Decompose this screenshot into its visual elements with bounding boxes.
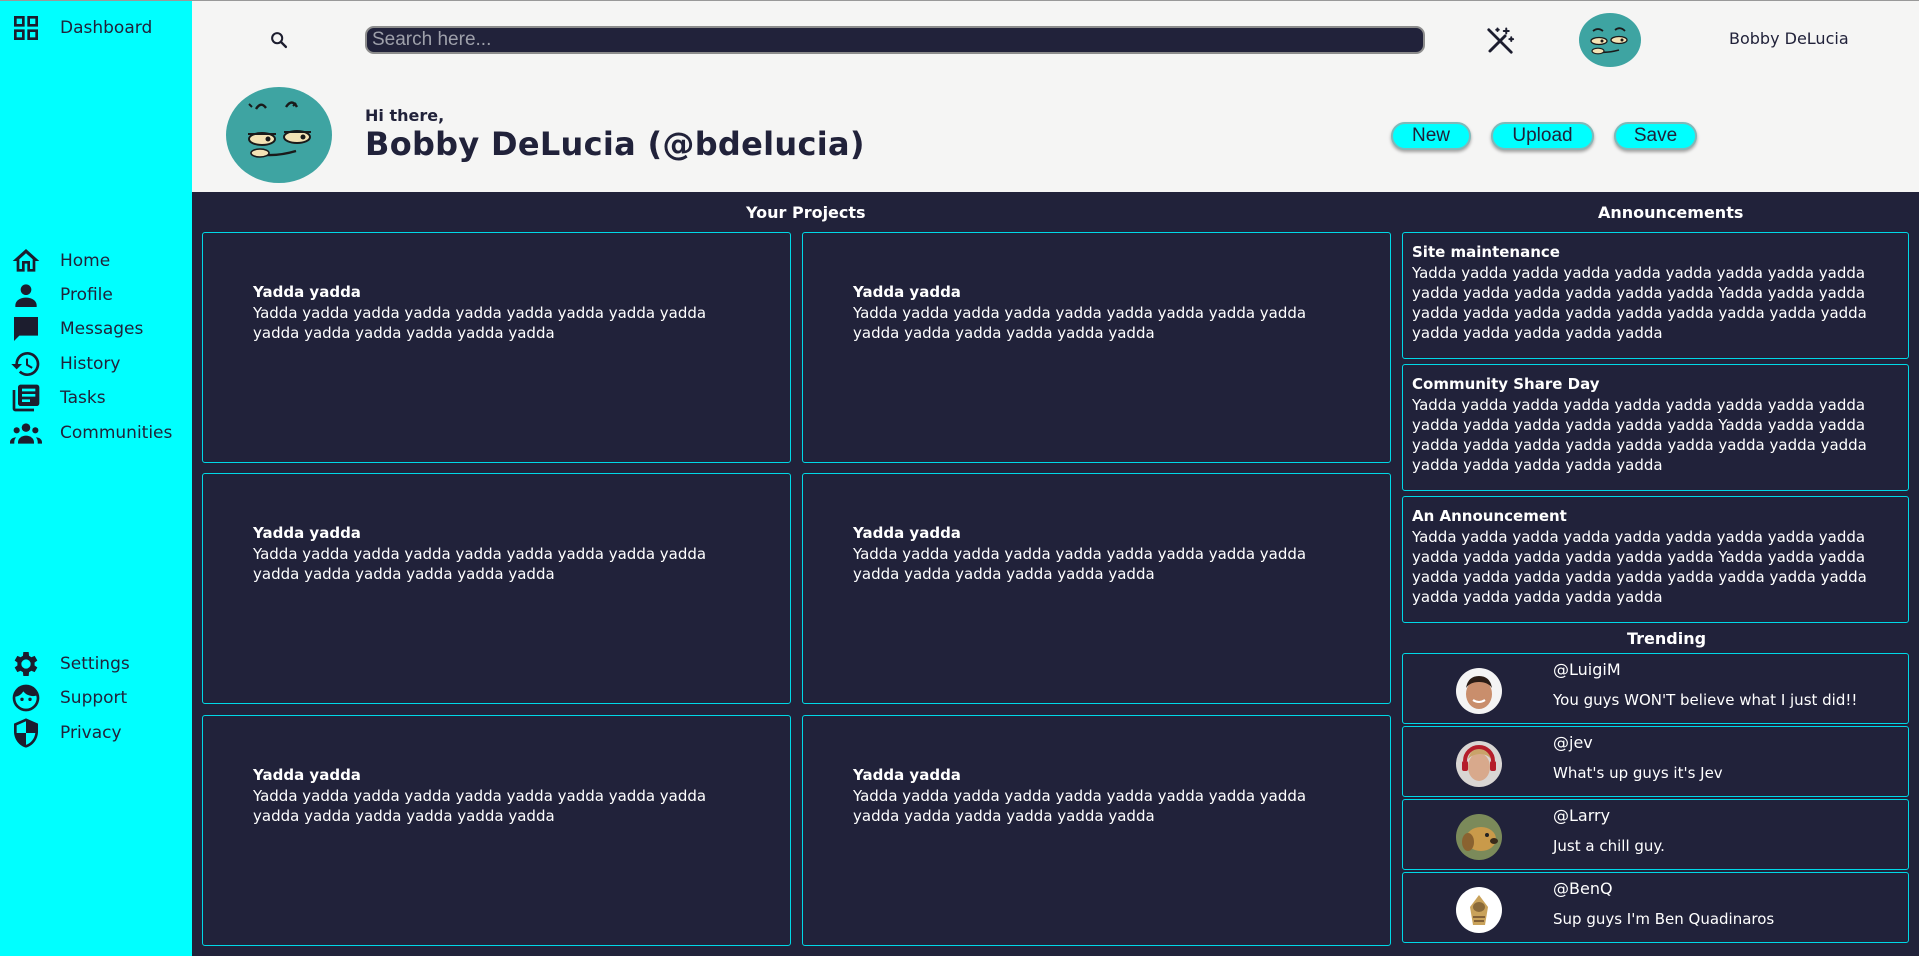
trending-message: What's up guys it's Jev <box>1553 764 1723 782</box>
person-icon <box>15 284 37 307</box>
shield-icon <box>14 718 38 748</box>
project-title: Yadda yadda <box>853 766 961 784</box>
sidebar-item-profile[interactable]: Profile <box>10 280 113 310</box>
project-description: Yadda yadda yadda yadda yadda yadda yadd… <box>253 545 707 583</box>
avatar <box>1456 741 1502 787</box>
sidebar-item-label: History <box>60 354 121 374</box>
sidebar-item-history[interactable]: History <box>10 349 120 379</box>
announcement-card: An Announcement Yadda yadda yadda yadda … <box>1402 496 1909 623</box>
trending-message: Just a chill guy. <box>1553 837 1665 855</box>
user-avatar-image <box>1456 814 1502 860</box>
sidebar-item-label: Privacy <box>60 723 122 743</box>
profile-avatar <box>226 87 332 183</box>
sidebar-item-dashboard[interactable]: Dashboard <box>10 13 152 43</box>
header: Bobby DeLucia Hi there, Bobby DeLucia (@… <box>192 0 1919 192</box>
tasks-icon <box>12 384 40 412</box>
sidebar-item-label: Support <box>60 688 128 708</box>
avatar <box>1456 887 1502 933</box>
sidebar-item-label: Settings <box>60 654 130 674</box>
avatar <box>1456 814 1502 860</box>
project-description: Yadda yadda yadda yadda yadda yadda yadd… <box>253 304 707 342</box>
magic-wand-off-icon[interactable] <box>1485 26 1515 56</box>
sidebar-item-label: Home <box>60 251 111 271</box>
group-icon <box>10 423 42 444</box>
trending-item[interactable]: @jev What's up guys it's Jev <box>1402 726 1909 797</box>
project-card[interactable]: Yadda yadda Yadda yadda yadda yadda yadd… <box>202 715 791 946</box>
announcement-title: Community Share Day <box>1412 375 1600 393</box>
avatar-face-image <box>1590 27 1628 55</box>
sidebar-item-label: Tasks <box>60 388 106 408</box>
announcement-title: An Announcement <box>1412 507 1567 525</box>
sidebar-item-settings[interactable]: Settings <box>10 649 130 679</box>
header-username[interactable]: Bobby DeLucia <box>1729 29 1849 48</box>
greeting-text: Hi there, <box>365 106 445 125</box>
search-icon[interactable] <box>268 29 290 51</box>
history-icon <box>11 352 40 376</box>
sidebar-item-label: Messages <box>60 319 144 339</box>
project-title: Yadda yadda <box>853 283 961 301</box>
announcement-card: Site maintenance Yadda yadda yadda yadda… <box>1402 232 1909 359</box>
sidebar-item-label: Communities <box>60 423 173 443</box>
new-button[interactable]: New <box>1391 122 1471 150</box>
project-title: Yadda yadda <box>253 524 361 542</box>
announcement-title: Site maintenance <box>1412 243 1560 261</box>
page-title: Bobby DeLucia (@bdelucia) <box>365 125 865 163</box>
support-face-icon <box>12 684 40 712</box>
project-title: Yadda yadda <box>253 283 361 301</box>
trending-item[interactable]: @BenQ Sup guys I'm Ben Quadinaros <box>1402 872 1909 943</box>
user-avatar-image <box>1456 668 1502 714</box>
announcements-heading: Announcements <box>1598 203 1744 222</box>
sidebar-item-tasks[interactable]: Tasks <box>10 383 106 413</box>
project-title: Yadda yadda <box>853 524 961 542</box>
project-card[interactable]: Yadda yadda Yadda yadda yadda yadda yadd… <box>802 715 1391 946</box>
sidebar: Dashboard Home Profile Messages History … <box>0 0 192 956</box>
sidebar-item-communities[interactable]: Communities <box>10 418 172 448</box>
sidebar-item-label: Dashboard <box>60 18 153 38</box>
trending-item[interactable]: @LuigiM You guys WON'T believe what I ju… <box>1402 653 1909 724</box>
project-card[interactable]: Yadda yadda Yadda yadda yadda yadda yadd… <box>802 473 1391 704</box>
trending-item[interactable]: @Larry Just a chill guy. <box>1402 799 1909 870</box>
chat-icon <box>14 317 38 341</box>
trending-message: Sup guys I'm Ben Quadinaros <box>1553 910 1775 928</box>
announcement-card: Community Share Day Yadda yadda yadda ya… <box>1402 364 1909 491</box>
upload-button[interactable]: Upload <box>1491 122 1594 150</box>
sidebar-item-privacy[interactable]: Privacy <box>10 718 122 748</box>
sidebar-item-support[interactable]: Support <box>10 683 127 713</box>
announcement-body: Yadda yadda yadda yadda yadda yadda yadd… <box>1412 528 1867 606</box>
gear-icon <box>14 652 38 676</box>
avatar[interactable] <box>1579 13 1641 67</box>
save-button[interactable]: Save <box>1614 122 1697 150</box>
trending-handle[interactable]: @jev <box>1553 733 1593 752</box>
project-title: Yadda yadda <box>253 766 361 784</box>
trending-handle[interactable]: @BenQ <box>1553 879 1613 898</box>
sidebar-item-messages[interactable]: Messages <box>10 314 143 344</box>
trending-handle[interactable]: @LuigiM <box>1553 660 1621 679</box>
trending-heading: Trending <box>1627 629 1707 648</box>
search-input[interactable] <box>365 26 1425 54</box>
home-icon <box>12 249 40 272</box>
dashboard-icon <box>14 16 38 40</box>
project-card[interactable]: Yadda yadda Yadda yadda yadda yadda yadd… <box>202 232 791 463</box>
sidebar-item-home[interactable]: Home <box>10 246 110 276</box>
trending-message: You guys WON'T believe what I just did!! <box>1553 691 1858 709</box>
project-card[interactable]: Yadda yadda Yadda yadda yadda yadda yadd… <box>802 232 1391 463</box>
announcement-body: Yadda yadda yadda yadda yadda yadda yadd… <box>1412 396 1867 474</box>
project-card[interactable]: Yadda yadda Yadda yadda yadda yadda yadd… <box>202 473 791 704</box>
project-description: Yadda yadda yadda yadda yadda yadda yadd… <box>853 304 1307 342</box>
projects-heading: Your Projects <box>746 203 866 222</box>
avatar <box>1456 668 1502 714</box>
sidebar-item-label: Profile <box>60 285 113 305</box>
project-description: Yadda yadda yadda yadda yadda yadda yadd… <box>853 787 1307 825</box>
announcement-body: Yadda yadda yadda yadda yadda yadda yadd… <box>1412 264 1867 342</box>
project-description: Yadda yadda yadda yadda yadda yadda yadd… <box>853 545 1307 583</box>
user-avatar-image <box>1456 887 1502 933</box>
project-description: Yadda yadda yadda yadda yadda yadda yadd… <box>253 787 707 825</box>
user-avatar-image <box>1456 741 1502 787</box>
trending-handle[interactable]: @Larry <box>1553 806 1610 825</box>
avatar-face-image <box>248 101 311 158</box>
